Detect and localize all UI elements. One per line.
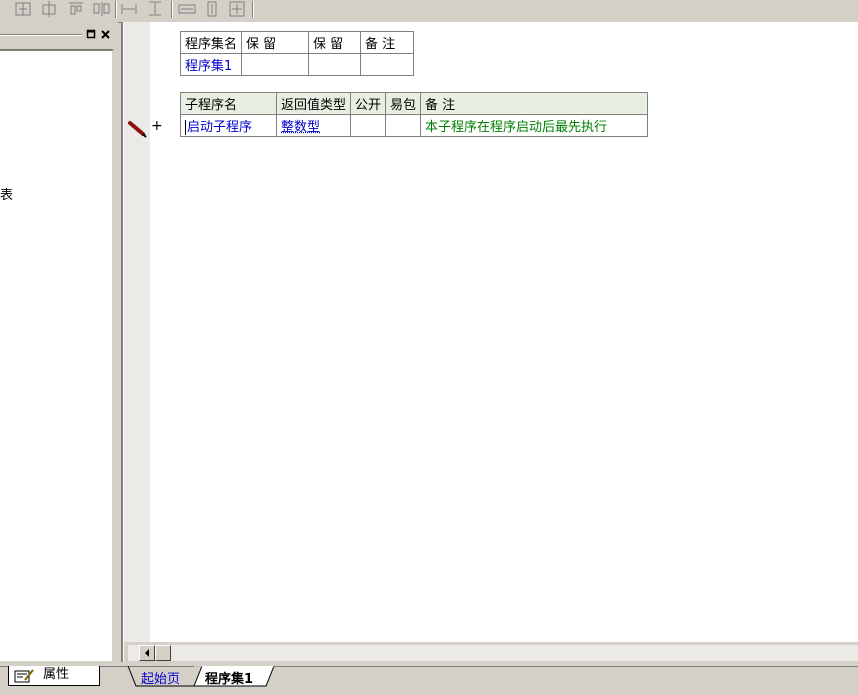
table-cell[interactable] [360, 53, 415, 76]
table-row[interactable]: 启动子程序 整数型 本子程序在程序启动后最先执行 [180, 114, 649, 137]
editor-gutter [124, 22, 150, 642]
assembly-name-cell[interactable]: 程序集1 [179, 53, 243, 76]
tree-item-clipped[interactable]: 表 [0, 184, 13, 203]
maximize-icon[interactable] [86, 29, 97, 40]
comment-cell[interactable]: 本子程序在程序启动后最先执行 [420, 114, 649, 137]
tab-properties[interactable]: 属性 [8, 666, 100, 686]
scroll-thumb[interactable] [155, 645, 171, 661]
column-header: 公开 [350, 92, 387, 115]
panel-title-bar[interactable] [0, 26, 118, 44]
tab-start-page[interactable]: 起始页 [141, 668, 180, 687]
column-header: 保 留 [308, 31, 362, 54]
tab-assembly[interactable]: 程序集1 [205, 668, 253, 687]
center-align-icon[interactable] [40, 0, 60, 18]
expand-icon[interactable]: + [151, 118, 163, 134]
table-header-row: 子程序名 返回值类型 公开 易包 备 注 [180, 92, 649, 115]
horizontal-scrollbar[interactable] [128, 645, 858, 661]
column-header: 程序集名 [179, 31, 243, 54]
subroutine-name-cell[interactable]: 启动子程序 [180, 114, 277, 137]
return-type-cell[interactable]: 整数型 [275, 114, 352, 137]
horizontal-spacing-icon[interactable] [120, 0, 140, 18]
table-cell[interactable] [308, 53, 362, 76]
column-header: 易包 [385, 92, 422, 115]
properties-icon [14, 669, 34, 683]
top-align-icon[interactable] [67, 0, 87, 18]
code-editor[interactable]: 程序集名 保 留 保 留 备 注 程序集1 + 子程序名 返回值类型 公开 易包… [124, 22, 858, 642]
same-size-icon[interactable] [228, 0, 248, 18]
same-width-icon[interactable] [177, 0, 199, 18]
column-header: 返回值类型 [275, 92, 352, 115]
text-cursor [185, 120, 186, 135]
assembly-table: 程序集名 保 留 保 留 备 注 程序集1 [179, 31, 415, 76]
left-dock-panel: 表 [0, 22, 118, 663]
scroll-left-button[interactable] [139, 645, 155, 661]
pencil-icon [128, 121, 147, 138]
table-row[interactable]: 程序集1 [179, 53, 415, 76]
distribute-icon[interactable] [92, 0, 112, 18]
column-header: 保 留 [241, 31, 310, 54]
easy-pack-cell[interactable] [385, 114, 422, 137]
project-tree-area[interactable]: 表 [0, 49, 114, 663]
bottom-tab-bar: 属性 起始页 程序集1 [0, 662, 858, 695]
panel-grip[interactable] [0, 34, 82, 36]
arrow-left-icon [145, 649, 149, 657]
public-cell[interactable] [350, 114, 387, 137]
toolbar [0, 0, 858, 23]
tab-properties-label: 属性 [43, 667, 70, 682]
table-cell[interactable] [241, 53, 310, 76]
close-icon[interactable] [100, 29, 111, 40]
table-header-row: 程序集名 保 留 保 留 备 注 [179, 31, 415, 54]
vertical-spacing-icon[interactable] [146, 0, 166, 18]
column-header: 子程序名 [180, 92, 277, 115]
column-header: 备 注 [420, 92, 649, 115]
same-height-icon[interactable] [203, 0, 223, 18]
align-grid-icon[interactable] [14, 0, 34, 18]
column-header: 备 注 [360, 31, 415, 54]
subroutine-table: 子程序名 返回值类型 公开 易包 备 注 启动子程序 整数型 本子程序在程序启动… [180, 92, 649, 137]
